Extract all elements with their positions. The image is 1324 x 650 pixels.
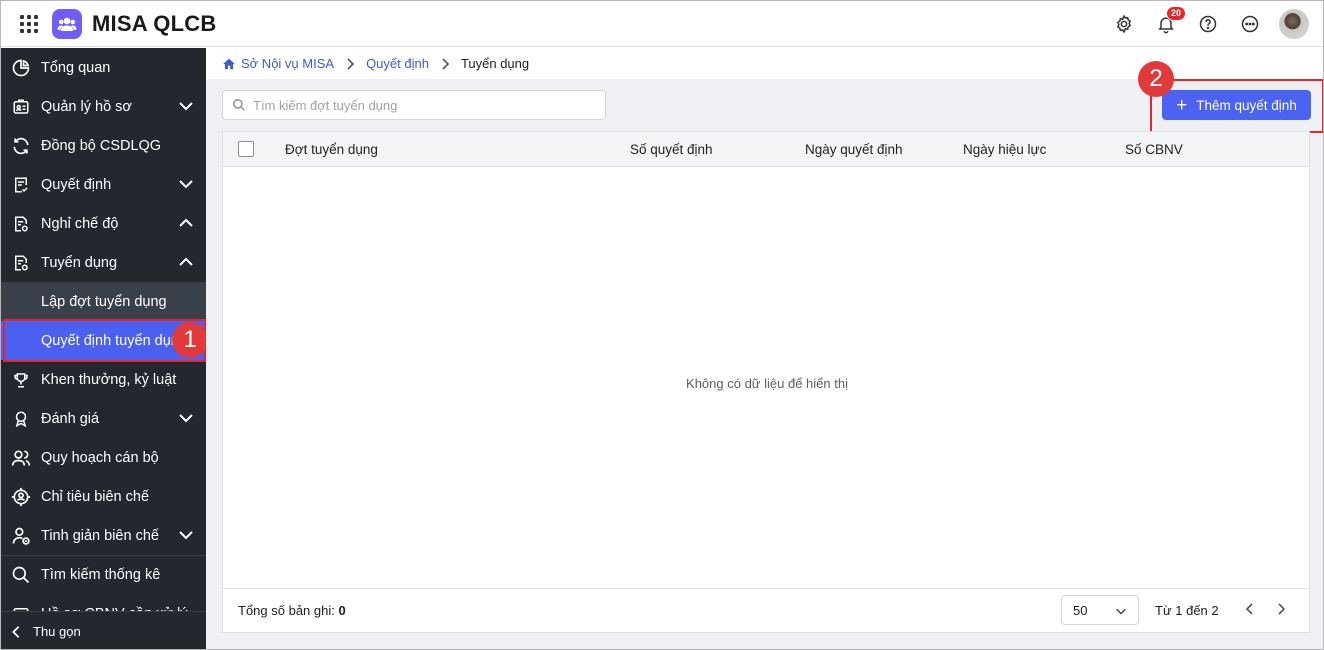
chevron-right-icon (1278, 603, 1286, 615)
sidebar-subitem-wrap: Quyết định tuyển dụng 1 (1, 319, 206, 362)
top-actions: 20 (1093, 1, 1309, 47)
decision-doc-icon (11, 175, 31, 195)
main-content: Sở Nội vụ MISA Quyết định Tuyển dụng + T… (206, 48, 1323, 649)
collapse-label: Thu gọn (33, 624, 81, 639)
total-label: Tổng số bản ghi: (238, 603, 335, 618)
select-all-checkbox[interactable] (238, 141, 254, 157)
bell-icon[interactable]: 20 (1155, 6, 1187, 35)
sidebar-item-rewards[interactable]: Khen thưởng, kỷ luật (1, 360, 206, 399)
add-decision-button[interactable]: + Thêm quyết định (1162, 90, 1311, 120)
column-header-recruitment[interactable]: Đợt tuyển dụng (285, 142, 378, 157)
sidebar-item-quota[interactable]: Chỉ tiêu biên chế (1, 477, 206, 516)
home-icon[interactable] (222, 57, 236, 71)
sidebar-item-search-stats[interactable]: Tìm kiếm thống kê (1, 555, 206, 594)
chevron-left-icon (1245, 603, 1253, 615)
leave-doc-icon (11, 214, 31, 234)
search-box (222, 90, 606, 120)
notification-badge: 20 (1166, 6, 1187, 21)
total-value: 0 (338, 603, 346, 618)
sidebar-subitem-create-recruitment[interactable]: Lập đợt tuyển dụng (1, 282, 206, 321)
next-page-button[interactable] (1273, 601, 1289, 617)
breadcrumb-current: Tuyển dụng (460, 56, 530, 71)
sidebar-item-sync[interactable]: Đồng bộ CSDLQG (1, 126, 206, 165)
recruit-doc-icon (11, 253, 31, 273)
search-icon (11, 565, 31, 585)
empty-state-text: Không có dữ liệu để hiển thị (686, 376, 848, 391)
sidebar-item-label: Đánh giá (41, 410, 100, 427)
page-range: Từ 1 đến 2 (1155, 603, 1219, 618)
chevron-right-icon (440, 57, 450, 70)
sidebar-item-profiles[interactable]: Quản lý hồ sơ (1, 87, 206, 126)
more-icon[interactable] (1239, 13, 1261, 35)
column-header-effective-date[interactable]: Ngày hiệu lực (963, 142, 1046, 157)
award-icon (11, 409, 31, 429)
add-decision-label: Thêm quyết định (1196, 97, 1297, 113)
sidebar-item-overview[interactable]: Tổng quan (1, 48, 206, 87)
chevron-down-icon (179, 414, 193, 423)
sidebar-item-label: Quyết định (41, 176, 112, 193)
users-icon (11, 448, 31, 468)
sidebar-item-label: Tinh giản biên chế (41, 527, 159, 544)
sidebar-item-label: Nghỉ chế độ (41, 215, 119, 232)
page-size-value: 50 (1073, 602, 1088, 618)
user-minus-icon (11, 526, 31, 546)
trophy-icon (11, 370, 31, 390)
sidebar-item-label: Quy hoạch cán bộ (41, 449, 159, 466)
chevron-down-icon (1116, 608, 1126, 615)
sidebar-item-label: Khen thưởng, kỷ luật (41, 371, 177, 388)
avatar[interactable] (1279, 9, 1309, 39)
target-icon (11, 487, 31, 507)
sidebar-item-evaluation[interactable]: Đánh giá (1, 399, 206, 438)
chevron-right-icon (345, 57, 355, 70)
profile-card-icon (11, 97, 31, 117)
column-header-employee-count[interactable]: Số CBNV (1125, 142, 1183, 157)
search-input[interactable] (253, 97, 593, 113)
prev-page-button[interactable] (1242, 601, 1258, 617)
plus-icon: + (1176, 94, 1188, 116)
app-title: MISA QLCB (92, 10, 217, 36)
table-header: Đợt tuyển dụng Số quyết định Ngày quyết … (223, 132, 1309, 167)
column-header-decision-date[interactable]: Ngày quyết định (805, 142, 903, 157)
help-icon[interactable] (1197, 13, 1219, 35)
app-logo (52, 8, 82, 39)
chevron-down-icon (179, 102, 193, 111)
app-frame: MISA QLCB 20 Tổng quan Quản lý hồ sơ Đồn… (0, 0, 1324, 650)
chevron-left-icon (12, 625, 20, 638)
chevron-up-icon (179, 218, 193, 227)
sidebar-item-planning[interactable]: Quy hoạch cán bộ (1, 438, 206, 477)
sidebar-item-label: Tìm kiếm thống kê (41, 567, 161, 583)
chevron-down-icon (179, 180, 193, 189)
callout-badge-1: 1 (172, 322, 206, 358)
chevron-up-icon (179, 257, 193, 266)
pie-chart-icon (11, 58, 31, 78)
sidebar-item-streamlining[interactable]: Tinh giản biên chế (1, 516, 206, 555)
sidebar-item-label: Tổng quan (41, 59, 111, 76)
data-table: Đợt tuyển dụng Số quyết định Ngày quyết … (222, 131, 1310, 633)
users-logo-icon (57, 17, 77, 31)
page-size-select[interactable]: 50 (1061, 595, 1139, 625)
sidebar-item-label: Chỉ tiêu biên chế (41, 488, 150, 505)
sidebar-item-leave[interactable]: Nghỉ chế độ (1, 204, 206, 243)
breadcrumb-link-org[interactable]: Sở Nội vụ MISA (241, 56, 334, 71)
sidebar-item-label: Đồng bộ CSDLQG (41, 137, 162, 154)
callout-badge-2: 2 (1138, 61, 1174, 97)
settings-icon[interactable] (1113, 13, 1135, 35)
chevron-down-icon (179, 531, 193, 540)
sidebar-collapse-button[interactable]: Thu gọn (1, 611, 206, 649)
total-records: Tổng số bản ghi: 0 (238, 603, 346, 618)
top-bar: MISA QLCB 20 (1, 1, 1323, 47)
apps-grid-icon[interactable] (20, 14, 38, 33)
sidebar-item-recruitment[interactable]: Tuyển dụng (1, 243, 206, 282)
table-footer: Tổng số bản ghi: 0 50 Từ 1 đến 2 (223, 588, 1309, 632)
search-icon (233, 99, 245, 111)
sidebar: Tổng quan Quản lý hồ sơ Đồng bộ CSDLQG Q… (1, 48, 206, 649)
column-header-decision-number[interactable]: Số quyết định (630, 142, 713, 157)
sidebar-item-label: Tuyển dụng (41, 254, 118, 271)
breadcrumb-link-decisions[interactable]: Quyết định (366, 56, 429, 71)
sidebar-item-decisions[interactable]: Quyết định (1, 165, 206, 204)
sidebar-item-label: Quản lý hồ sơ (41, 98, 132, 115)
sync-icon (11, 136, 31, 156)
